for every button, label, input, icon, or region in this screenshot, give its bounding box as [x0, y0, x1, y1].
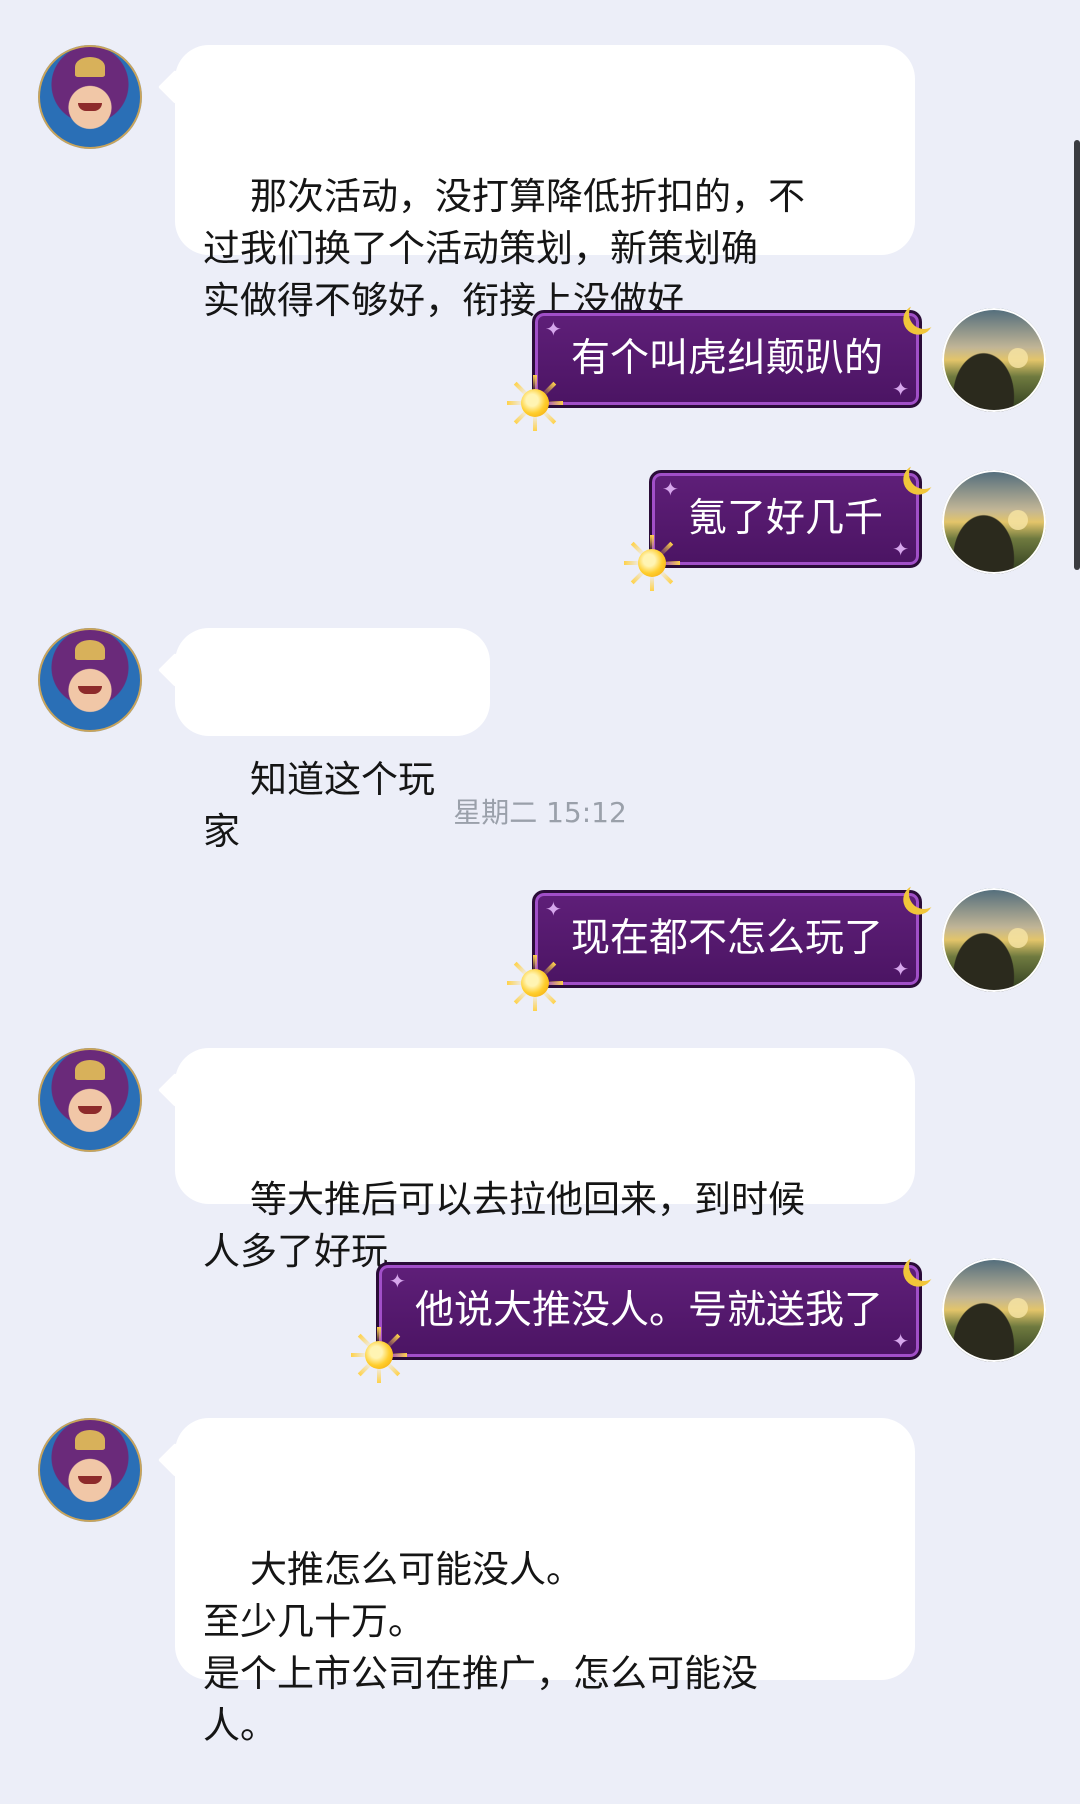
message-timestamp: 星期二 15:12 [453, 796, 627, 829]
sun-icon [506, 375, 563, 431]
message-text: 现在都不怎么玩了 [570, 916, 883, 961]
ornament-icon: ✦ [388, 1269, 406, 1293]
sun-icon [623, 535, 680, 591]
ornament-icon: ✦ [544, 317, 562, 341]
ornament-icon: ✦ [544, 897, 562, 921]
ornament-icon: ✦ [661, 477, 679, 501]
message-bubble-incoming[interactable]: 知道这个玩家 [158, 628, 490, 853]
message-bubble-incoming[interactable]: 大推怎么可能没人。 至少几十万。 是个上市公司在推广，怎么可能没 人。 [158, 1418, 915, 1747]
contact-avatar[interactable] [38, 1418, 142, 1522]
user-avatar[interactable] [942, 470, 1046, 574]
message-text: 氪了好几千 [687, 496, 883, 541]
bubble-tail [158, 653, 192, 687]
ornament-icon: ✦ [892, 377, 909, 401]
message-text: 那次活动，没打算降低折扣的，不 过我们换了个活动策划，新策划确 实做得不够好，衔… [203, 175, 806, 322]
bubble-tail [158, 1073, 192, 1107]
message-text: 大推怎么可能没人。 至少几十万。 是个上市公司在推广，怎么可能没 人。 [203, 1548, 758, 1747]
contact-avatar[interactable] [38, 628, 142, 732]
contact-avatar[interactable] [38, 45, 142, 149]
message-bubble-outgoing[interactable]: ✦ ✦ 现在都不怎么玩了 [506, 890, 922, 1011]
ornament-icon: ✦ [892, 537, 909, 561]
crescent-moon-icon [906, 876, 943, 913]
message-bubble-outgoing[interactable]: ✦ ✦ 氪了好几千 [623, 470, 922, 591]
sun-icon [350, 1327, 407, 1383]
message-text: 等大推后可以去拉他回来，到时候 人多了好玩 [203, 1178, 806, 1273]
bubble-tail [158, 70, 192, 104]
bubble-tail [158, 1443, 192, 1477]
ornament-icon: ✦ [892, 1329, 909, 1353]
user-avatar[interactable] [942, 1258, 1046, 1362]
message-bubble-outgoing[interactable]: ✦ ✦ 有个叫虎纠颠趴的 [506, 310, 922, 431]
message-bubble-outgoing[interactable]: ✦ ✦ 他说大推没人。号就送我了 [350, 1262, 922, 1383]
message-text: 他说大推没人。号就送我了 [414, 1288, 883, 1333]
ornament-icon: ✦ [892, 957, 909, 981]
user-avatar[interactable] [942, 308, 1046, 412]
sun-icon [506, 955, 563, 1011]
message-bubble-incoming[interactable]: 那次活动，没打算降低折扣的，不 过我们换了个活动策划，新策划确 实做得不够好，衔… [158, 45, 915, 322]
user-avatar[interactable] [942, 888, 1046, 992]
crescent-moon-icon [906, 456, 943, 493]
scrollbar[interactable] [1074, 140, 1080, 570]
contact-avatar[interactable] [38, 1048, 142, 1152]
message-bubble-incoming[interactable]: 等大推后可以去拉他回来，到时候 人多了好玩 [158, 1048, 915, 1273]
crescent-moon-icon [906, 1248, 943, 1285]
message-text: 有个叫虎纠颠趴的 [570, 336, 883, 381]
crescent-moon-icon [906, 296, 943, 333]
chat-window: 那次活动，没打算降低折扣的，不 过我们换了个活动策划，新策划确 实做得不够好，衔… [0, 0, 1080, 1747]
